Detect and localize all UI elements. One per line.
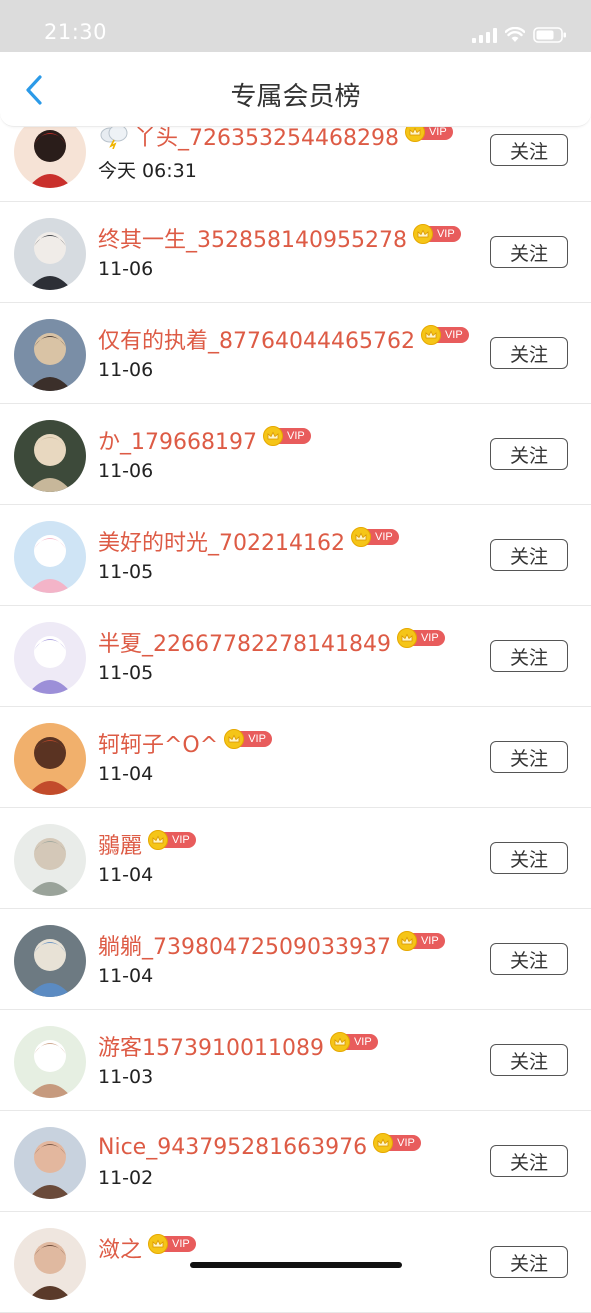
join-date: 11-05	[98, 561, 154, 583]
follow-button[interactable]: 关注	[490, 236, 568, 268]
join-date: 11-06	[98, 460, 154, 482]
follow-button[interactable]: 关注	[490, 337, 568, 369]
crown-icon	[329, 1032, 350, 1052]
name-line: 躺躺_73980472509033937 VIP	[98, 929, 445, 961]
avatar[interactable]	[14, 1228, 86, 1300]
user-name[interactable]: 美好的时光_702214162	[98, 525, 345, 557]
vip-badge: VIP	[420, 325, 469, 345]
crown-icon	[396, 931, 417, 951]
list-item[interactable]: 鶸麗 VIP 11-04 关注	[0, 808, 591, 909]
navigation-bar: 专属会员榜	[0, 52, 591, 127]
list-item[interactable]: 半夏_22667782278141849 VIP 11-05 关注	[0, 606, 591, 707]
battery-icon	[533, 27, 566, 43]
follow-button[interactable]: 关注	[490, 842, 568, 874]
join-date: 11-05	[98, 662, 154, 684]
vip-badge: VIP	[396, 931, 445, 951]
user-name[interactable]: 终其一生_352858140955278	[98, 222, 407, 254]
join-date: 11-04	[98, 763, 154, 785]
crown-icon	[262, 426, 283, 446]
avatar[interactable]	[14, 925, 86, 997]
user-name[interactable]: 潋之	[98, 1232, 142, 1264]
follow-button[interactable]: 关注	[490, 1145, 568, 1177]
follow-button[interactable]: 关注	[490, 1246, 568, 1278]
vip-badge: VIP	[412, 224, 461, 244]
crown-icon	[148, 1234, 169, 1254]
crown-icon	[396, 628, 417, 648]
user-name[interactable]: 躺躺_73980472509033937	[98, 929, 391, 961]
user-name[interactable]: か_179668197	[98, 424, 257, 456]
crown-icon	[350, 527, 371, 547]
crown-icon	[420, 325, 441, 345]
name-line: 美好的时光_702214162 VIP	[98, 525, 399, 557]
name-line: 仅有的执着_87764044465762 VIP	[98, 323, 469, 355]
follow-button[interactable]: 关注	[490, 134, 568, 166]
list-item[interactable]: か_179668197 VIP 11-06 关注	[0, 404, 591, 505]
join-date: 11-06	[98, 359, 154, 381]
wifi-icon	[505, 27, 525, 42]
join-date: 11-04	[98, 864, 154, 886]
join-date: 11-04	[98, 965, 154, 987]
join-date: 11-06	[98, 258, 154, 280]
list-item[interactable]: Nice_943795281663976 VIP 11-02 关注	[0, 1111, 591, 1212]
vip-badge: VIP	[262, 426, 311, 446]
join-date: 11-03	[98, 1066, 154, 1088]
user-name[interactable]: 游客1573910011089	[98, 1030, 324, 1062]
crown-icon	[148, 830, 169, 850]
name-line: 游客1573910011089 VIP	[98, 1030, 378, 1062]
avatar[interactable]	[14, 420, 86, 492]
vip-badge: VIP	[350, 527, 399, 547]
name-line: か_179668197 VIP	[98, 424, 311, 456]
page-title: 专属会员榜	[230, 82, 361, 112]
follow-button[interactable]: 关注	[490, 438, 568, 470]
list-item[interactable]: 轲轲子^O^ VIP 11-04 关注	[0, 707, 591, 808]
avatar[interactable]	[14, 622, 86, 694]
vip-badge: VIP	[224, 729, 272, 749]
name-line: Nice_943795281663976 VIP	[98, 1131, 421, 1163]
crown-icon	[412, 224, 433, 244]
avatar[interactable]	[14, 218, 86, 290]
follow-button[interactable]: 关注	[490, 539, 568, 571]
user-name[interactable]: 鶸麗	[98, 828, 142, 860]
list-item[interactable]: 美好的时光_702214162 VIP 11-05 关注	[0, 505, 591, 606]
name-line: 潋之 VIP	[98, 1232, 196, 1264]
list-item[interactable]: 游客1573910011089 VIP 11-03 关注	[0, 1010, 591, 1111]
user-name[interactable]: Nice_943795281663976	[98, 1135, 367, 1160]
status-icons	[472, 24, 567, 46]
user-name[interactable]: 仅有的执着_87764044465762	[98, 323, 415, 355]
home-indicator[interactable]	[190, 1262, 402, 1268]
vip-badge: VIP	[148, 1234, 196, 1254]
vip-badge: VIP	[329, 1032, 378, 1052]
list-item[interactable]: 终其一生_352858140955278 VIP 11-06 关注	[0, 202, 591, 303]
list-item[interactable]: 仅有的执着_87764044465762 VIP 11-06 关注	[0, 303, 591, 404]
follow-button[interactable]: 关注	[490, 741, 568, 773]
avatar[interactable]	[14, 824, 86, 896]
user-name[interactable]: 轲轲子^O^	[98, 727, 218, 759]
vip-badge: VIP	[373, 1133, 421, 1153]
name-line: 轲轲子^O^ VIP	[98, 727, 272, 759]
status-time: 21:30	[44, 20, 108, 44]
follow-button[interactable]: 关注	[490, 1044, 568, 1076]
user-name[interactable]: 半夏_22667782278141849	[98, 626, 391, 658]
avatar[interactable]	[14, 723, 86, 795]
name-line: 鶸麗 VIP	[98, 828, 196, 860]
avatar[interactable]	[14, 521, 86, 593]
avatar[interactable]	[14, 1026, 86, 1098]
name-line: 半夏_22667782278141849 VIP	[98, 626, 445, 658]
vip-badge: VIP	[148, 830, 196, 850]
list-item[interactable]: 躺躺_73980472509033937 VIP 11-04 关注	[0, 909, 591, 1010]
cellular-signal-icon	[472, 27, 497, 43]
vip-badge: VIP	[396, 628, 445, 648]
join-date: 今天 06:31	[98, 160, 197, 182]
follow-button[interactable]: 关注	[490, 640, 568, 672]
avatar[interactable]	[14, 1127, 86, 1199]
join-date: 11-02	[98, 1167, 154, 1189]
follow-button[interactable]: 关注	[490, 943, 568, 975]
status-bar: 21:30	[0, 0, 591, 52]
name-line: 终其一生_352858140955278 VIP	[98, 222, 461, 254]
avatar[interactable]	[14, 319, 86, 391]
